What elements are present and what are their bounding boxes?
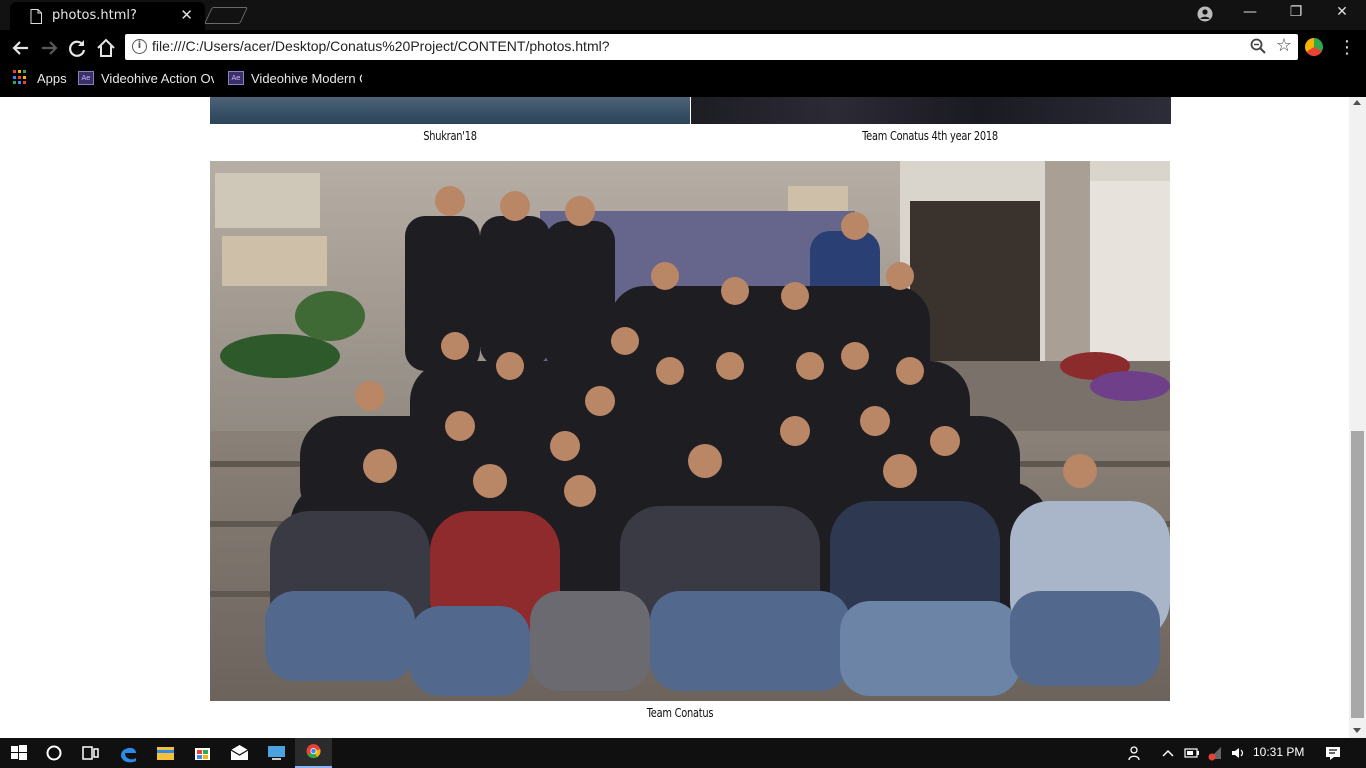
- people-icon[interactable]: [1128, 745, 1144, 761]
- apps-grid-icon[interactable]: [13, 70, 28, 85]
- browser-toolbar: i file:///C:/Users/acer/Desktop/Conatus%…: [0, 30, 1366, 64]
- site-info-icon[interactable]: i: [132, 39, 147, 54]
- reload-icon[interactable]: [66, 37, 88, 59]
- extension-icon[interactable]: [1305, 38, 1323, 56]
- bookmark-videohive-action[interactable]: Videohive Action Ove: [101, 71, 214, 86]
- page-viewport: Shukran'18 Team Conatus 4th year 2018 Te…: [0, 97, 1349, 738]
- tab-strip: photos.html? ✕ — ❐ ✕: [0, 0, 1366, 30]
- close-window-button[interactable]: ✕: [1319, 4, 1365, 20]
- network-warning-icon[interactable]: [1207, 745, 1223, 761]
- zoom-icon[interactable]: [1250, 38, 1266, 54]
- page-icon: [30, 9, 42, 24]
- home-icon[interactable]: [95, 37, 117, 59]
- scroll-thumb[interactable]: [1351, 431, 1364, 718]
- action-center-icon[interactable]: [1325, 745, 1341, 761]
- tab-close-icon[interactable]: ✕: [180, 6, 193, 24]
- photo-team-conatus: [210, 161, 1170, 701]
- minimize-button[interactable]: —: [1227, 4, 1273, 20]
- bookmarks-bar: Apps Videohive Action Ove Videohive Mode…: [0, 64, 1366, 97]
- caption-shukran: Shukran'18: [423, 129, 477, 143]
- new-tab-button[interactable]: [204, 7, 248, 24]
- chevron-up-icon[interactable]: [1160, 745, 1176, 761]
- caption-team-4th-year: Team Conatus 4th year 2018: [862, 129, 998, 143]
- address-text[interactable]: file:///C:/Users/acer/Desktop/Conatus%20…: [152, 38, 610, 54]
- file-explorer-icon[interactable]: [147, 738, 184, 768]
- windows-start-icon[interactable]: [0, 738, 37, 768]
- cortana-icon[interactable]: [37, 738, 74, 768]
- taskbar-clock[interactable]: 10:31 PM: [1253, 745, 1304, 759]
- forward-icon[interactable]: [38, 37, 60, 59]
- browser-tab[interactable]: photos.html? ✕: [10, 2, 205, 30]
- caption-team-conatus: Team Conatus: [646, 706, 714, 720]
- bookmark-star-icon[interactable]: ☆: [1276, 35, 1292, 56]
- browser-menu-icon[interactable]: ⋮: [1338, 37, 1356, 58]
- bookmark-videohive-modern[interactable]: Videohive Modern Gl: [251, 71, 362, 86]
- after-effects-icon: Ae: [78, 71, 94, 85]
- tab-title: photos.html?: [52, 8, 137, 23]
- restore-button[interactable]: ❐: [1273, 4, 1319, 20]
- edge-icon[interactable]: [110, 738, 147, 768]
- profile-icon[interactable]: [1197, 6, 1213, 22]
- bookmark-apps[interactable]: Apps: [37, 71, 67, 86]
- chrome-icon[interactable]: [295, 738, 332, 768]
- pc-icon[interactable]: [258, 738, 295, 768]
- photo-team-4th-year: [691, 97, 1171, 124]
- battery-icon[interactable]: [1184, 745, 1200, 761]
- vertical-scrollbar[interactable]: [1349, 97, 1366, 738]
- mail-icon[interactable]: [221, 738, 258, 768]
- group-photo-illustration: [210, 161, 1170, 701]
- address-bar[interactable]: i file:///C:/Users/acer/Desktop/Conatus%…: [125, 34, 1298, 60]
- photo-shukran: [210, 97, 690, 124]
- back-icon[interactable]: [10, 37, 32, 59]
- volume-icon[interactable]: [1230, 745, 1246, 761]
- task-view-icon[interactable]: [72, 738, 109, 768]
- scroll-down-arrow-icon[interactable]: [1353, 728, 1361, 733]
- windows-taskbar: 10:31 PM: [0, 738, 1366, 768]
- after-effects-icon: Ae: [228, 71, 244, 85]
- store-icon[interactable]: [184, 738, 221, 768]
- scroll-up-arrow-icon[interactable]: [1353, 100, 1361, 105]
